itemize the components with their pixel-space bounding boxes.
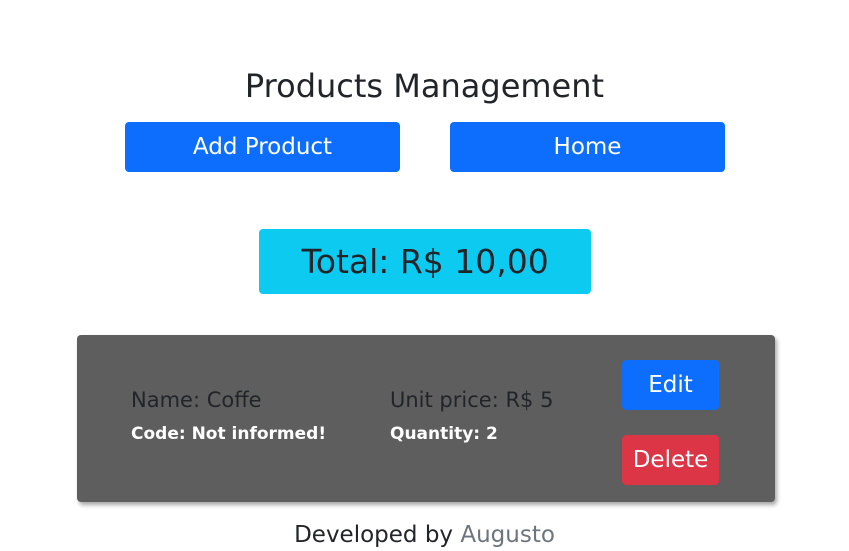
- edit-product-button[interactable]: Edit: [622, 360, 719, 410]
- footer-prefix: Developed by: [294, 522, 454, 548]
- product-card: Name: Coffe Code: Not informed! Unit pri…: [77, 335, 775, 502]
- total-badge: Total: R$ 10,00: [259, 229, 591, 294]
- add-product-button[interactable]: Add Product: [125, 122, 400, 172]
- product-quantity: Quantity: 2: [390, 424, 498, 444]
- footer: Developed by Augusto: [0, 521, 849, 549]
- product-name: Name: Coffe: [131, 388, 262, 412]
- home-button[interactable]: Home: [450, 122, 725, 172]
- page-title: Products Management: [244, 67, 605, 105]
- page: Products Management Add Product Home Tot…: [0, 0, 849, 551]
- author-link[interactable]: Augusto: [460, 522, 555, 548]
- delete-product-button[interactable]: Delete: [622, 435, 719, 485]
- product-unit-price: Unit price: R$ 5: [390, 388, 554, 412]
- product-code: Code: Not informed!: [131, 424, 327, 444]
